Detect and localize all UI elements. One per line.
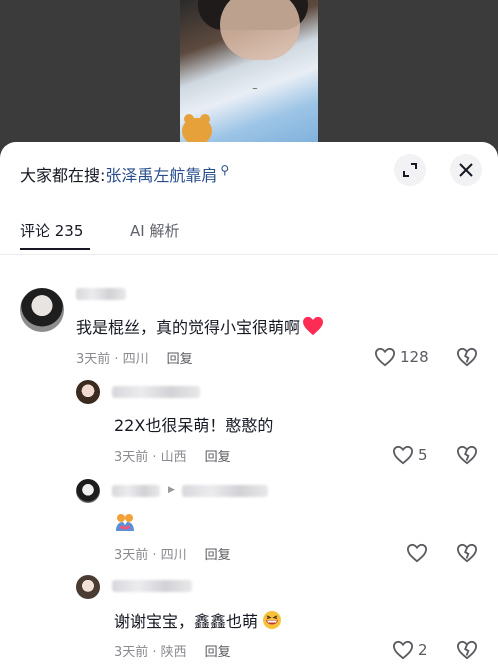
avatar[interactable] <box>76 575 100 599</box>
search-prefix: 大家都在搜: <box>20 166 106 185</box>
avatar[interactable] <box>20 288 64 332</box>
reply-arrow-icon: ▶ <box>168 485 175 495</box>
search-term-link[interactable]: 张泽禹左航靠肩 <box>105 162 217 186</box>
comment-body: 谢谢宝宝，鑫鑫也萌 <box>114 612 259 631</box>
tab-ai-analysis[interactable]: AI 解析 <box>130 220 179 241</box>
heart-outline-icon <box>406 543 428 563</box>
username-blurred[interactable] <box>76 288 126 300</box>
thumbnail-watermark: ~ <box>252 85 258 93</box>
comment-meta: 3天前 · 陕西 回复 <box>114 641 231 660</box>
like-count: 2 <box>418 641 428 659</box>
timestamp-location: 3天前 · 山西 <box>114 450 187 465</box>
dislike-button[interactable] <box>456 543 478 563</box>
username-blurred[interactable] <box>112 580 192 592</box>
broken-heart-icon <box>456 640 478 660</box>
expand-button[interactable] <box>394 154 426 186</box>
video-thumbnail[interactable]: ~ <box>180 0 318 145</box>
timestamp-location: 3天前 · 四川 <box>76 352 149 367</box>
dislike-button[interactable] <box>456 445 478 465</box>
active-tab-indicator <box>20 248 90 250</box>
broken-heart-icon <box>456 543 478 563</box>
like-button[interactable] <box>406 543 428 563</box>
trending-search[interactable]: 大家都在搜: 张泽禹左航靠肩 ⚲ <box>20 162 229 186</box>
reply-button[interactable]: 回复 <box>205 544 231 563</box>
reply-button[interactable]: 回复 <box>205 641 231 660</box>
avatar[interactable] <box>76 380 100 404</box>
grinning-face-icon <box>263 611 282 629</box>
close-icon <box>459 163 473 177</box>
tab-bar: 评论 235 AI 解析 <box>0 216 498 256</box>
timestamp-location: 3天前 · 陕西 <box>114 645 187 660</box>
like-button[interactable]: 5 <box>392 445 428 465</box>
bear-sticker-icon <box>182 114 212 144</box>
expand-icon <box>403 163 417 177</box>
thumbnail-face <box>220 0 300 60</box>
username-blurred[interactable] <box>112 386 200 398</box>
heart-outline-icon <box>392 640 414 660</box>
heart-outline-icon <box>374 347 396 367</box>
like-count: 128 <box>400 348 429 366</box>
comment-text: 我是棍丝，真的觉得小宝很萌啊 <box>76 314 324 338</box>
like-button[interactable]: 128 <box>374 347 429 367</box>
like-count: 5 <box>418 446 428 464</box>
comment-text: 谢谢宝宝，鑫鑫也萌 <box>114 608 282 632</box>
timestamp-location: 3天前 · 四川 <box>114 548 187 563</box>
search-icon: ⚲ <box>220 163 230 177</box>
avatar[interactable] <box>76 479 100 503</box>
dislike-button[interactable] <box>456 347 478 367</box>
reply-button[interactable]: 回复 <box>205 446 231 465</box>
tab-comments[interactable]: 评论 235 <box>20 220 83 241</box>
comment-body: 22X也很呆萌！憨憨的 <box>114 416 274 435</box>
comment-meta: 3天前 · 四川 回复 <box>114 544 231 563</box>
comment-body: 我是棍丝，真的觉得小宝很萌啊 <box>76 318 301 337</box>
reply-button[interactable]: 回复 <box>167 348 193 367</box>
username-blurred[interactable] <box>112 485 160 497</box>
dislike-button[interactable] <box>456 640 478 660</box>
divider <box>0 254 498 255</box>
comment-sheet: 大家都在搜: 张泽禹左航靠肩 ⚲ 评论 235 AI 解析 我是棍丝，真的觉得小… <box>0 142 498 664</box>
comment-meta: 3天前 · 山西 回复 <box>114 446 231 465</box>
close-button[interactable] <box>450 154 482 186</box>
red-heart-icon <box>303 316 324 336</box>
hugging-couple-icon <box>116 514 134 531</box>
reply-to-username-blurred[interactable] <box>182 485 268 497</box>
like-button[interactable]: 2 <box>392 640 428 660</box>
comment-text: 22X也很呆萌！憨憨的 <box>114 412 273 436</box>
broken-heart-icon <box>456 347 478 367</box>
broken-heart-icon <box>456 445 478 465</box>
heart-outline-icon <box>392 445 414 465</box>
comment-meta: 3天前 · 四川 回复 <box>76 348 193 367</box>
